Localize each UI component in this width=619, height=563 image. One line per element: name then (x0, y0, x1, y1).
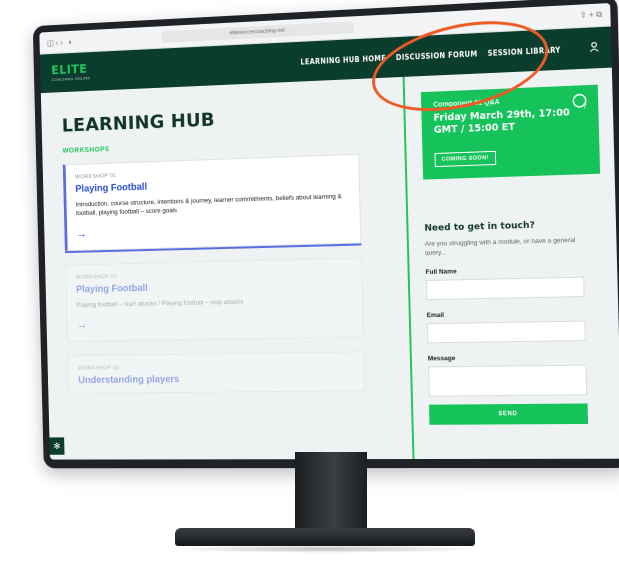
browser-nav-controls[interactable]: ◫ ‹ › (47, 38, 63, 47)
contact-title: Need to get in touch? (424, 218, 601, 233)
logo-subtitle: COACHING ONLINE (51, 76, 90, 82)
workshop-card[interactable]: WORKSHOP 02 Playing Football Playing foo… (65, 257, 364, 342)
question-bubble-icon: ? (571, 93, 588, 113)
logo-mark: ELITE (51, 63, 90, 76)
nav-discussion-forum[interactable]: DISCUSSION FORUM (396, 49, 478, 62)
promo-date: Friday March 29th, 17:00 GMT / 15:00 ET (433, 107, 586, 138)
arrow-right-icon[interactable]: → (76, 221, 350, 240)
nav-learning-hub-home[interactable]: LEARNING HUB HOME (300, 53, 386, 66)
main-column: LEARNING HUB WORKSHOPS WORKSHOP 01 Playi… (41, 77, 413, 460)
svg-text:?: ? (583, 102, 587, 110)
nav-session-library[interactable]: SESSION LIBRARY (487, 45, 560, 58)
workshop-card[interactable]: WORKSHOP 03 Understanding players (68, 352, 366, 395)
workshop-description: Introduction, course structure, intentio… (76, 192, 350, 219)
page-title: LEARNING HUB (62, 101, 404, 137)
monitor: ◫ ‹ › ◐ elitesoccercoaching.net ⇪ + ⧉ EL… (33, 0, 619, 468)
base-shadow (165, 545, 485, 553)
screen: ◫ ‹ › ◐ elitesoccercoaching.net ⇪ + ⧉ EL… (39, 3, 619, 460)
address-bar[interactable]: elitesoccercoaching.net (162, 21, 354, 43)
workshop-title[interactable]: Playing Football (76, 278, 352, 295)
send-button[interactable]: SEND (429, 404, 588, 425)
message-field[interactable] (428, 365, 587, 397)
email-label: Email (427, 309, 604, 319)
section-label: WORKSHOPS (62, 135, 404, 155)
shield-icon: ◐ (68, 37, 73, 46)
monitor-stand (295, 452, 367, 534)
user-icon[interactable] (589, 41, 599, 55)
message-label: Message (428, 353, 605, 362)
arrow-right-icon[interactable]: → (77, 315, 353, 332)
email-field[interactable] (427, 321, 586, 344)
workshop-title[interactable]: Understanding players (78, 373, 354, 387)
workshop-card[interactable]: WORKSHOP 01 Playing Football Introductio… (63, 154, 362, 251)
qa-promo-card: Component 01 Q&A Friday March 29th, 17:0… (421, 85, 600, 180)
full-name-label: Full Name (425, 265, 602, 276)
chat-icon[interactable]: ✻ (49, 437, 64, 454)
contact-subtitle: Are you struggling with a module, or hav… (425, 235, 588, 259)
monitor-base (175, 528, 475, 546)
coming-soon-button[interactable]: COMING SOON! (434, 150, 496, 166)
workshop-description: Playing football – start attacks / Playi… (76, 295, 352, 310)
page-content: LEARNING HUB WORKSHOPS WORKSHOP 01 Playi… (41, 68, 619, 460)
address-url: elitesoccercoaching.net (229, 28, 284, 37)
workshop-number: WORKSHOP 03 (78, 363, 354, 372)
browser-actions[interactable]: ⇪ + ⧉ (580, 10, 603, 21)
logo[interactable]: ELITE COACHING ONLINE (51, 63, 90, 82)
full-name-field[interactable] (426, 277, 585, 301)
main-nav: LEARNING HUB HOME DISCUSSION FORUM SESSI… (300, 41, 599, 68)
sidebar: Component 01 Q&A Friday March 29th, 17:0… (403, 68, 619, 460)
